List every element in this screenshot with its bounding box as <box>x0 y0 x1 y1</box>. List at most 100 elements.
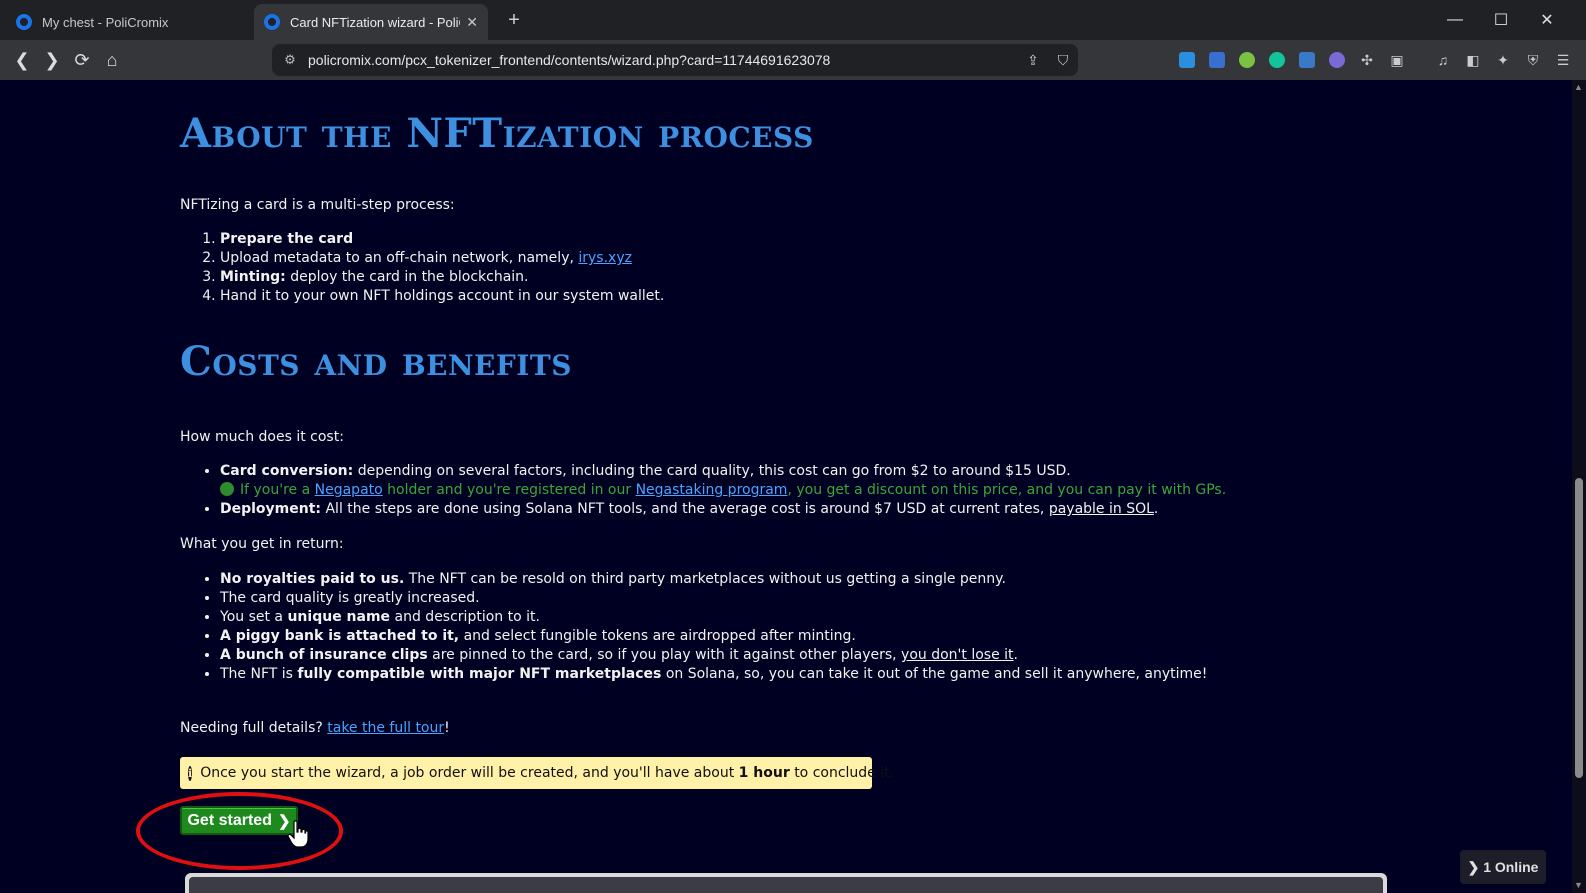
vpn-shield-icon[interactable]: ⛨ <box>1523 50 1543 70</box>
hand-cursor-icon <box>287 820 309 848</box>
bottom-panel-edge <box>185 873 1387 893</box>
process-steps-list: Prepare the card Upload metadata to an o… <box>220 230 664 306</box>
benefit-bold: A bunch of insurance clips <box>220 647 428 663</box>
notice-bold: 1 hour <box>738 765 790 781</box>
list-item: Minting: deploy the card in the blockcha… <box>220 268 664 287</box>
menu-icon[interactable]: ☰ <box>1553 50 1573 70</box>
info-icon: i <box>188 765 193 781</box>
media-music-icon[interactable]: ♫ <box>1433 50 1453 70</box>
discount-text: If you're a <box>240 482 315 498</box>
extensions-puzzle-icon[interactable]: ✣ <box>1357 50 1377 70</box>
list-item: No royalties paid to us. The NFT can be … <box>220 570 1207 589</box>
site-info-icon[interactable]: ⚙ <box>276 52 304 68</box>
brave-shield-icon[interactable]: ⛉ <box>1048 52 1078 69</box>
share-icon[interactable]: ⇪ <box>1018 52 1048 69</box>
forward-icon[interactable]: ❯ <box>38 46 66 74</box>
extension-blue-icon[interactable] <box>1177 50 1197 70</box>
extension-notification-icon[interactable] <box>1207 50 1227 70</box>
irys-link[interactable]: irys.xyz <box>578 250 632 266</box>
payable-in-sol-link[interactable]: payable in SOL <box>1049 501 1154 517</box>
browser-tab-bar: My chest - PoliCromix Card NFTization wi… <box>0 0 1586 40</box>
benefit-bold: A piggy bank is attached to it, <box>220 628 460 644</box>
return-intro-text: What you get in return: <box>180 536 344 552</box>
negastaking-link[interactable]: Negastaking program <box>636 482 788 498</box>
page-scrollbar[interactable]: ▲ ▼ <box>1572 80 1586 893</box>
benefit-text: . <box>1013 647 1018 663</box>
notice-text: Once you start the wizard, a job order w… <box>200 765 735 781</box>
list-item: The card quality is greatly increased. <box>220 589 1207 608</box>
policromix-favicon-icon <box>264 14 280 30</box>
sidebar-icon[interactable]: ◧ <box>1463 50 1483 70</box>
discount-text: , you get a discount on this price, and … <box>787 482 1227 498</box>
benefit-text: The card quality is greatly increased. <box>220 590 480 606</box>
extension-grammarly-icon[interactable] <box>1267 50 1287 70</box>
benefit-bold: No royalties paid to us. <box>220 571 405 587</box>
benefit-text: You set a <box>220 609 288 625</box>
tab-title: My chest - PoliCromix <box>42 14 169 30</box>
scroll-down-icon[interactable]: ▼ <box>1574 880 1583 890</box>
list-item: A bunch of insurance clips are pinned to… <box>220 646 1207 665</box>
benefit-text: The NFT can be resold on third party mar… <box>404 571 1006 587</box>
list-item: The NFT is fully compatible with major N… <box>220 665 1207 684</box>
minimize-icon[interactable]: — <box>1432 0 1478 40</box>
list-item: You set a unique name and description to… <box>220 608 1207 627</box>
leo-ai-icon[interactable]: ✦ <box>1493 50 1513 70</box>
reload-icon[interactable]: ⟳ <box>68 46 96 74</box>
cost-text: . <box>1153 501 1159 517</box>
browser-toolbar: ❮ ❯ ⟳ ⌂ ⚙ ⇪ ⛉ ✣ ▣ ♫ ◧ ✦ ⛨ ☰ <box>0 40 1586 80</box>
heading-about-nftization: About the NFTization process <box>180 110 814 157</box>
discount-note: If you're a Negapato holder and you're r… <box>220 482 1226 498</box>
step-bold: Minting: <box>220 269 286 285</box>
cost-text: All the steps are done using Solana NFT … <box>321 501 1049 517</box>
list-item: Hand it to your own NFT holdings account… <box>220 287 664 306</box>
page-viewport: About the NFTization process NFTizing a … <box>0 80 1572 893</box>
benefit-text: and select fungible tokens are airdroppe… <box>459 628 856 644</box>
step-bold: Prepare the card <box>220 231 354 247</box>
list-item: Prepare the card <box>220 230 664 249</box>
reader-mode-icon[interactable]: ▣ <box>1387 50 1407 70</box>
highlight-ring-annotation <box>136 792 343 870</box>
tab-my-chest[interactable]: My chest - PoliCromix <box>6 4 250 40</box>
cost-text: depending on several factors, including … <box>353 463 1071 479</box>
step-text: deploy the card in the blockchain. <box>285 269 529 285</box>
url-input[interactable] <box>304 52 1018 68</box>
tab-title: Card NFTization wizard - PoliCromix <box>290 14 460 30</box>
extension-gamepad-icon[interactable] <box>1327 50 1347 70</box>
benefit-bold: unique name <box>287 609 391 625</box>
cost-label: Card conversion: <box>220 463 354 479</box>
scroll-up-icon[interactable]: ▲ <box>1574 82 1583 92</box>
close-icon[interactable]: ✕ <box>1524 0 1570 40</box>
discount-check-icon <box>220 482 234 496</box>
job-order-notice: i Once you start the wizard, a job order… <box>180 757 894 789</box>
new-tab-button[interactable]: + <box>500 7 528 33</box>
scrollbar-thumb[interactable] <box>1575 478 1583 778</box>
list-item: Upload metadata to an off-chain network,… <box>220 249 664 268</box>
extension-green-dot-icon[interactable] <box>1237 50 1257 70</box>
full-tour-link[interactable]: take the full tour <box>327 720 444 736</box>
address-bar[interactable]: ⚙ ⇪ ⛉ <box>272 44 1078 76</box>
negapato-link[interactable]: Negapato <box>315 482 383 498</box>
cost-label: Deployment: <box>220 501 322 517</box>
benefit-bold: fully compatible with major NFT marketpl… <box>297 666 662 682</box>
notice-text: to conclude it. <box>794 765 895 781</box>
tab-card-nftization-wizard[interactable]: Card NFTization wizard - PoliCromix ✕ <box>254 4 488 40</box>
benefits-list: No royalties paid to us. The NFT can be … <box>220 570 1207 684</box>
intro-text: NFTizing a card is a multi-step process: <box>180 197 455 213</box>
online-count: 1 Online <box>1483 859 1539 875</box>
policromix-favicon-icon <box>16 14 32 30</box>
costs-list: Card conversion: depending on several fa… <box>220 462 1226 519</box>
tab-close-icon[interactable]: ✕ <box>466 14 478 31</box>
home-icon[interactable]: ⌂ <box>98 46 126 74</box>
list-item: A piggy bank is attached to it, and sele… <box>220 627 1207 646</box>
list-item: Deployment: All the steps are done using… <box>220 500 1226 519</box>
back-icon[interactable]: ❮ <box>8 46 36 74</box>
extension-s-icon[interactable] <box>1297 50 1317 70</box>
you-dont-lose-it-link[interactable]: you don't lose it <box>901 647 1013 663</box>
benefit-text: and description to it. <box>390 609 540 625</box>
maximize-icon[interactable]: ☐ <box>1478 0 1524 40</box>
online-users-badge[interactable]: ❯ 1 Online <box>1460 850 1546 884</box>
chevron-right-icon: ❯ <box>1467 858 1484 875</box>
details-text: ! <box>444 720 450 736</box>
heading-costs-benefits: Costs and benefits <box>180 338 572 385</box>
details-text: Needing full details? <box>180 720 328 736</box>
